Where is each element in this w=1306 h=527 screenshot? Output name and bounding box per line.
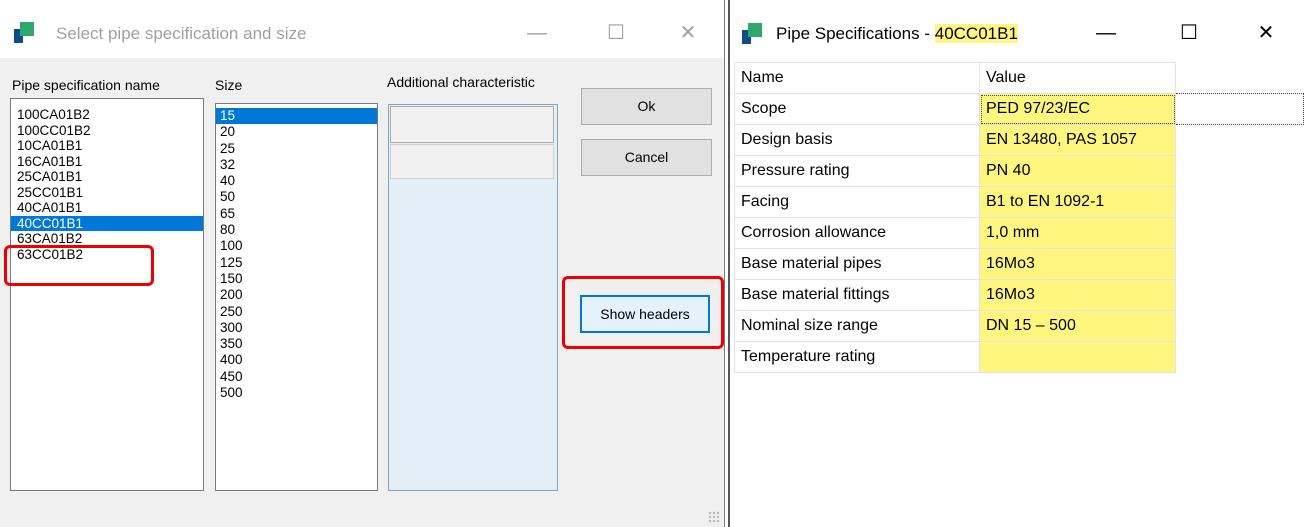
size-list-item[interactable]: 300 bbox=[216, 320, 377, 336]
spec-list-item[interactable]: 100CA01B2 bbox=[11, 107, 203, 123]
maximize-button[interactable]: ☐ bbox=[1167, 18, 1211, 48]
property-value[interactable]: PED 97/23/EC bbox=[979, 93, 1176, 125]
spec-name-header: Pipe specification name bbox=[12, 77, 160, 93]
grid-empty-area bbox=[1175, 217, 1304, 249]
property-value[interactable]: DN 15 – 500 bbox=[979, 310, 1176, 342]
spec-list-item[interactable]: 16CA01B1 bbox=[11, 154, 203, 170]
grid-empty-area bbox=[1175, 248, 1304, 280]
maximize-button[interactable]: ☐ bbox=[594, 18, 638, 48]
spec-row[interactable]: Base material pipes 16Mo3 bbox=[734, 248, 1304, 280]
size-list-item[interactable]: 65 bbox=[216, 206, 377, 222]
app-icon bbox=[14, 22, 36, 44]
size-list-item[interactable]: 50 bbox=[216, 189, 377, 205]
spec-name-list[interactable]: 100CA01B2 100CC01B2 10CA01B1 16CA01B1 25CA01… bbox=[10, 98, 204, 491]
title-prefix: Pipe Specifications - bbox=[776, 24, 935, 43]
title-spec-code: 40CC01B1 bbox=[934, 24, 1018, 43]
resize-grip-icon[interactable] bbox=[708, 511, 720, 523]
size-list-item[interactable]: 450 bbox=[216, 369, 377, 385]
size-list-item[interactable]: 15 bbox=[216, 108, 377, 125]
pipe-specifications-window: Pipe Specifications - 40CC01B1 — ☐ ✕ Nam… bbox=[728, 0, 1306, 527]
spec-list-item[interactable]: 25CA01B1 bbox=[11, 169, 203, 185]
property-value[interactable]: 16Mo3 bbox=[979, 248, 1176, 280]
size-list[interactable]: 15 20 25 32 40 50 65 80 100 125 150 200 250 300 350 400… bbox=[215, 103, 378, 491]
spec-properties-grid: Name Value Scope PED 97/23/EC Design basis… bbox=[734, 62, 1304, 373]
additional-characteristic-list[interactable] bbox=[388, 104, 558, 491]
size-list-item[interactable]: 20 bbox=[216, 124, 377, 140]
grid-empty-area bbox=[1175, 93, 1304, 125]
property-name: Base material fittings bbox=[734, 279, 980, 311]
spec-row[interactable]: Facing B1 to EN 1092-1 bbox=[734, 186, 1304, 218]
ok-button[interactable]: Ok bbox=[581, 88, 712, 125]
spec-list-item[interactable]: 40CC01B1 bbox=[11, 215, 203, 231]
characteristic-row[interactable] bbox=[390, 144, 554, 179]
size-list-item[interactable]: 80 bbox=[216, 222, 377, 238]
grid-empty-area bbox=[1175, 124, 1304, 156]
property-name: Pressure rating bbox=[734, 155, 980, 187]
close-button[interactable]: ✕ bbox=[1244, 18, 1288, 48]
cancel-button[interactable]: Cancel bbox=[581, 139, 712, 176]
property-value[interactable]: EN 13480, PAS 1057 bbox=[979, 124, 1176, 156]
spec-row[interactable]: Scope PED 97/23/EC bbox=[734, 93, 1304, 125]
minimize-button[interactable]: — bbox=[1084, 18, 1128, 48]
size-list-item[interactable]: 150 bbox=[216, 271, 377, 287]
size-list-item[interactable]: 200 bbox=[216, 287, 377, 303]
property-name: Base material pipes bbox=[734, 248, 980, 280]
annotation-highlight bbox=[4, 245, 154, 286]
spec-row[interactable]: Nominal size range DN 15 – 500 bbox=[734, 310, 1304, 342]
spec-row[interactable]: Temperature rating bbox=[734, 341, 1304, 373]
app-icon bbox=[742, 23, 764, 45]
size-list-item[interactable]: 100 bbox=[216, 238, 377, 254]
size-list-item[interactable]: 32 bbox=[216, 157, 377, 173]
spec-row[interactable]: Base material fittings 16Mo3 bbox=[734, 279, 1304, 311]
property-value[interactable]: 16Mo3 bbox=[979, 279, 1176, 311]
close-button[interactable]: ✕ bbox=[666, 18, 710, 48]
property-value[interactable] bbox=[979, 341, 1176, 373]
property-name: Temperature rating bbox=[734, 341, 980, 373]
select-pipe-dialog: Select pipe specification and size — ☐ ✕… bbox=[0, 0, 725, 527]
spec-row[interactable]: Design basis EN 13480, PAS 1057 bbox=[734, 124, 1304, 156]
property-value[interactable]: PN 40 bbox=[979, 155, 1176, 187]
spec-list-item[interactable]: 100CC01B2 bbox=[11, 123, 203, 139]
size-list-item[interactable]: 25 bbox=[216, 141, 377, 157]
size-header: Size bbox=[215, 77, 243, 93]
property-name: Nominal size range bbox=[734, 310, 980, 342]
property-name: Corrosion allowance bbox=[734, 217, 980, 249]
grid-empty-area bbox=[1175, 310, 1304, 342]
spec-list-item[interactable]: 25CC01B1 bbox=[11, 185, 203, 201]
property-value[interactable]: B1 to EN 1092-1 bbox=[979, 186, 1176, 218]
characteristic-row[interactable] bbox=[390, 106, 554, 143]
size-list-item[interactable]: 500 bbox=[216, 385, 377, 401]
grid-empty-area bbox=[1175, 341, 1304, 373]
annotation-highlight bbox=[562, 276, 724, 349]
dialog-title: Select pipe specification and size bbox=[56, 24, 307, 43]
spec-list-item[interactable]: 10CA01B1 bbox=[11, 138, 203, 154]
value-column-header[interactable]: Value bbox=[979, 62, 1176, 94]
grid-empty-area bbox=[1175, 62, 1304, 94]
grid-empty-area bbox=[1175, 279, 1304, 311]
header-row: Name Value bbox=[734, 62, 1304, 94]
grid-empty-area bbox=[1175, 186, 1304, 218]
size-list-item[interactable]: 250 bbox=[216, 304, 377, 320]
spec-window-title: Pipe Specifications - 40CC01B1 bbox=[776, 24, 1018, 44]
size-list-item[interactable]: 400 bbox=[216, 352, 377, 368]
property-name: Scope bbox=[734, 93, 980, 125]
property-name: Design basis bbox=[734, 124, 980, 156]
dialog-titlebar[interactable]: Select pipe specification and size — ☐ ✕ bbox=[0, 0, 724, 58]
additional-header: Additional characteristic bbox=[387, 74, 535, 90]
size-list-item[interactable]: 40 bbox=[216, 173, 377, 189]
spec-window-titlebar[interactable]: Pipe Specifications - 40CC01B1 — ☐ ✕ bbox=[730, 0, 1306, 62]
spec-list-item[interactable]: 40CA01B1 bbox=[11, 200, 203, 216]
grid-empty-area bbox=[1175, 155, 1304, 187]
spec-row[interactable]: Pressure rating PN 40 bbox=[734, 155, 1304, 187]
size-list-item[interactable]: 125 bbox=[216, 255, 377, 271]
name-column-header[interactable]: Name bbox=[734, 62, 980, 94]
size-list-item[interactable]: 350 bbox=[216, 336, 377, 352]
property-name: Facing bbox=[734, 186, 980, 218]
minimize-button[interactable]: — bbox=[515, 18, 559, 48]
property-value[interactable]: 1,0 mm bbox=[979, 217, 1176, 249]
spec-row[interactable]: Corrosion allowance 1,0 mm bbox=[734, 217, 1304, 249]
